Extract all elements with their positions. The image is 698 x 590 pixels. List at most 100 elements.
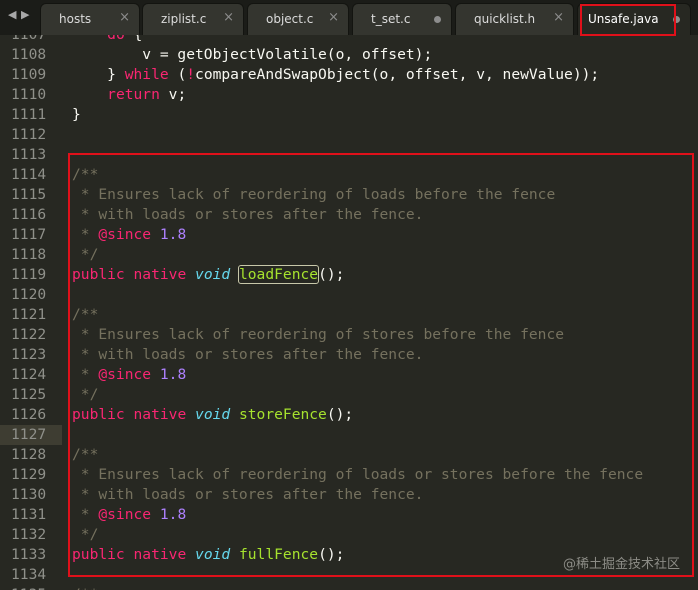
code-line[interactable]: 1131 * @since 1.8 bbox=[0, 505, 698, 525]
code-text: * Ensures lack of reordering of stores b… bbox=[72, 326, 565, 343]
code-text: return v; bbox=[107, 86, 187, 103]
modified-dot-icon bbox=[434, 16, 441, 23]
line-number: 1120 bbox=[11, 286, 47, 303]
code-line[interactable]: 1118 */ bbox=[0, 245, 698, 265]
code-text: * @since 1.8 bbox=[72, 506, 187, 523]
line-number: 1110 bbox=[11, 86, 47, 103]
tab-ziplist-c[interactable]: ziplist.c × bbox=[143, 4, 243, 35]
code-text: * @since 1.8 bbox=[72, 226, 187, 243]
code-text: do { bbox=[72, 35, 142, 45]
line-number: 1134 bbox=[11, 566, 47, 583]
tab-label: Unsafe.java bbox=[588, 12, 659, 26]
line-number: 1108 bbox=[11, 46, 47, 63]
tab-label: object.c bbox=[266, 12, 314, 26]
code-text: * with loads or stores after the fence. bbox=[72, 206, 424, 223]
code-text: /** bbox=[72, 446, 99, 463]
code-text: * Ensures lack of reordering of loads be… bbox=[72, 186, 556, 203]
code-text: */ bbox=[72, 386, 99, 403]
back-arrow-icon[interactable]: ◀ bbox=[8, 8, 16, 22]
code-line[interactable]: 1129 * Ensures lack of reordering of loa… bbox=[0, 465, 698, 485]
code-line[interactable]: 1132 */ bbox=[0, 525, 698, 545]
code-text: * with loads or stores after the fence. bbox=[72, 346, 424, 363]
modified-dot-icon bbox=[673, 16, 680, 23]
code-line[interactable]: 1119 public native void loadFence(); bbox=[0, 265, 698, 285]
line-number: 1135 bbox=[11, 585, 51, 590]
code-line[interactable]: 1124 * @since 1.8 bbox=[0, 365, 698, 385]
code-line[interactable]: 1114 /** bbox=[0, 165, 698, 185]
code-text: */ bbox=[72, 526, 99, 543]
code-text: /** bbox=[72, 166, 99, 183]
code-line[interactable]: 1121 /** bbox=[0, 305, 698, 325]
watermark: @稀土掘金技术社区 bbox=[562, 557, 680, 572]
tab-object-c[interactable]: object.c × bbox=[248, 4, 348, 35]
close-icon[interactable]: × bbox=[119, 10, 130, 25]
code-line[interactable]: 1128 /** bbox=[0, 445, 698, 465]
line-number: 1132 bbox=[11, 526, 47, 543]
code-text: */ bbox=[72, 246, 99, 263]
code-line[interactable]: 1130 * with loads or stores after the fe… bbox=[0, 485, 698, 505]
line-number: 1124 bbox=[11, 366, 47, 383]
code-line[interactable]: 1135 /** bbox=[0, 585, 698, 590]
code-text: public native void storeFence(); bbox=[72, 406, 354, 423]
line-number: 1112 bbox=[11, 126, 47, 143]
line-number: 1114 bbox=[11, 166, 47, 183]
line-number: 1119 bbox=[11, 266, 47, 283]
line-number: 1122 bbox=[11, 326, 47, 343]
tab-unsafe-java[interactable]: Unsafe.java bbox=[578, 4, 690, 35]
tab-label: ziplist.c bbox=[161, 12, 207, 26]
code-line[interactable]: 1125 */ bbox=[0, 385, 698, 405]
code-text: v = getObjectVolatile(o, offset); bbox=[72, 46, 433, 63]
line-number: 1117 bbox=[11, 226, 47, 243]
tab-label: hosts bbox=[59, 12, 92, 26]
tab-bar: ◀ ▶ hosts × ziplist.c × object.c × t_set… bbox=[0, 0, 698, 35]
line-number: 1111 bbox=[11, 106, 47, 123]
code-text: } bbox=[72, 106, 81, 123]
line-number: 1128 bbox=[11, 446, 47, 463]
code-text: /** bbox=[72, 306, 99, 323]
code-line[interactable]: 1115 * Ensures lack of reordering of loa… bbox=[0, 185, 698, 205]
line-number: 1130 bbox=[11, 486, 47, 503]
code-line[interactable]: 1126 public native void storeFence(); bbox=[0, 405, 698, 425]
code-text: * Ensures lack of reordering of loads or… bbox=[72, 466, 644, 483]
line-number: 1116 bbox=[11, 206, 47, 223]
code-text: public native void fullFence(); bbox=[72, 546, 345, 563]
code-line[interactable]: 1107 do { bbox=[0, 35, 698, 45]
code-text: /** bbox=[72, 585, 98, 590]
tab-quicklist-h[interactable]: quicklist.h × bbox=[456, 4, 573, 35]
line-number: 1129 bbox=[11, 466, 47, 483]
code-text: * with loads or stores after the fence. bbox=[72, 486, 424, 503]
code-text: * @since 1.8 bbox=[72, 366, 187, 383]
code-line[interactable]: 1110 return v; bbox=[0, 85, 698, 105]
code-line[interactable]: 1122 * Ensures lack of reordering of sto… bbox=[0, 325, 698, 345]
close-icon[interactable]: × bbox=[223, 10, 234, 25]
code-line[interactable]: 1113 bbox=[0, 145, 698, 165]
line-number: 1113 bbox=[11, 146, 47, 163]
tab-label: quicklist.h bbox=[474, 12, 536, 26]
code-line[interactable]: 1116 * with loads or stores after the fe… bbox=[0, 205, 698, 225]
code-line[interactable]: 1111} bbox=[0, 105, 698, 125]
line-number: 1126 bbox=[11, 406, 47, 423]
line-number: 1131 bbox=[11, 506, 47, 523]
code-line[interactable]: 1117 * @since 1.8 bbox=[0, 225, 698, 245]
line-number: 1118 bbox=[11, 246, 47, 263]
line-number: 1115 bbox=[11, 186, 47, 203]
line-number: 1109 bbox=[11, 66, 47, 83]
tab-t-set-c[interactable]: t_set.c bbox=[353, 4, 451, 35]
line-number: 1121 bbox=[11, 306, 47, 323]
line-number: 1107 bbox=[11, 35, 51, 45]
close-icon[interactable]: × bbox=[328, 10, 339, 25]
close-icon[interactable]: × bbox=[553, 10, 564, 25]
line-number: 1125 bbox=[11, 386, 47, 403]
code-text: } while (!compareAndSwapObject(o, offset… bbox=[72, 66, 600, 83]
tab-hosts[interactable]: hosts × bbox=[41, 4, 139, 35]
code-line[interactable]: 1109 } while (!compareAndSwapObject(o, o… bbox=[0, 65, 698, 85]
code-line[interactable]: 1108 v = getObjectVolatile(o, offset); bbox=[0, 45, 698, 65]
code-editor[interactable]: 1107 do {1108 v = getObjectVolatile(o, o… bbox=[0, 35, 698, 590]
code-line[interactable]: 1127 bbox=[0, 425, 698, 445]
line-number: 1123 bbox=[11, 346, 47, 363]
forward-arrow-icon[interactable]: ▶ bbox=[21, 8, 29, 22]
code-line[interactable]: 1112 bbox=[0, 125, 698, 145]
line-number: 1133 bbox=[11, 546, 47, 563]
code-line[interactable]: 1123 * with loads or stores after the fe… bbox=[0, 345, 698, 365]
code-line[interactable]: 1120 bbox=[0, 285, 698, 305]
